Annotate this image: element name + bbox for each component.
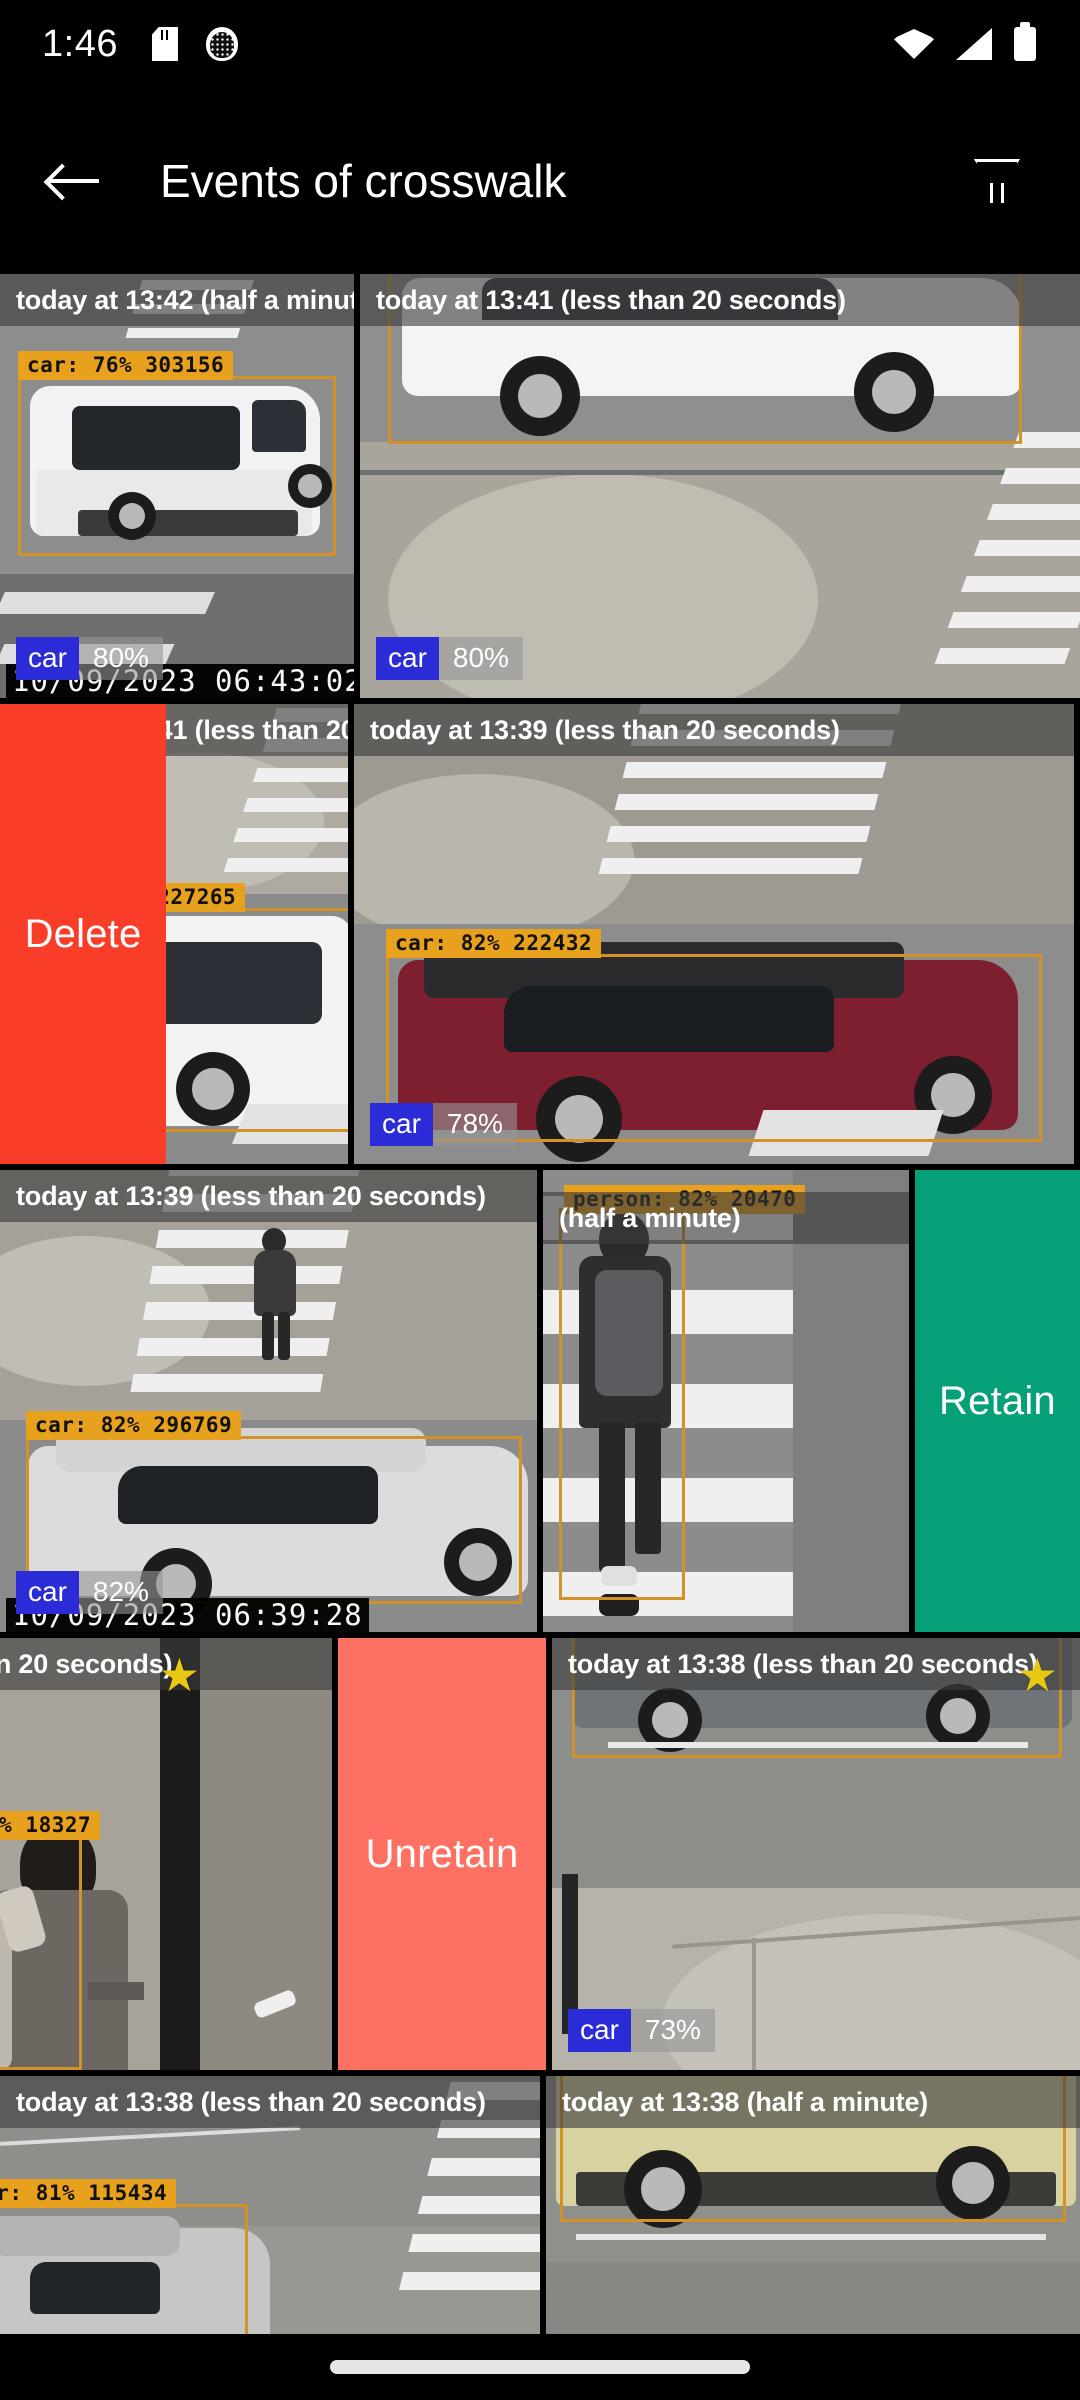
starred-icon: ★ [1016, 1649, 1058, 1701]
status-bar-system-icons [894, 22, 1036, 61]
event-card-cell: car: 82% 227265 today at 13:41 (less tha… [166, 704, 348, 1164]
detection-label: car: 82% 222432 [386, 929, 602, 958]
arrow-left-icon [49, 161, 99, 201]
status-bar: 1:46 [0, 0, 1080, 88]
detection-badge: car 73% [568, 2009, 715, 2052]
retain-action-label: Retain [939, 1378, 1056, 1423]
event-card[interactable]: car: 82% 296769 today at 13:39 (less tha… [0, 1170, 537, 1632]
detection-badge: car 82% [16, 1571, 163, 1614]
event-card[interactable]: today at 13:38 (half a minute) [546, 2076, 1080, 2334]
delete-action-button[interactable]: Delete [0, 704, 166, 1164]
event-card[interactable]: today at 13:41 (less than 20 seconds) ca… [360, 274, 1080, 698]
event-timestamp-label: today at 13:41 (less than 20 seconds) [360, 274, 1080, 327]
event-thumbnail [552, 1638, 1080, 2070]
event-card-cell: car: 81% 115434 today at 13:38 (less tha… [0, 2076, 540, 2334]
events-row: Delete 27265 1 (less than 2 car: 82% 222… [0, 704, 1080, 1164]
badge-confidence: 78% [432, 1103, 517, 1146]
event-card-cell: car: 82% 222432 today at 13:39 (less tha… [354, 704, 1074, 1164]
event-card[interactable]: car: 82% 222432 today at 13:39 (less tha… [354, 704, 1074, 1164]
back-button[interactable] [26, 133, 122, 229]
event-thumbnail: car: 82% 296769 [0, 1170, 537, 1632]
detection-badge: car 78% [370, 1103, 517, 1146]
unretain-action-label: Unretain [365, 1831, 519, 1876]
delete-action-label: Delete [24, 911, 142, 956]
event-timestamp-label: today at 13:41 (less than 20 seco [166, 704, 348, 757]
event-thumbnail [360, 274, 1080, 698]
event-timestamp-label: today at 13:38 (less than 20 seconds) [0, 2076, 540, 2129]
detection-label: car: 76% 303156 [18, 351, 234, 380]
event-card-cell: car: 82% 296769 today at 13:39 (less tha… [0, 1170, 537, 1632]
event-card-cell: today at 13:38 (less than 20 seconds) ★ … [552, 1638, 1080, 2070]
badge-class: car [370, 1103, 433, 1146]
detection-label: rson: 75% 18327 [0, 1811, 101, 1840]
phone-screen: 1:46 Events of crosswalk car: 76% 303156… [0, 0, 1080, 2400]
page-title: Events of crosswalk [160, 155, 567, 207]
detection-box: car: 76% 303156 [18, 351, 336, 556]
detection-badge: car 80% [376, 637, 523, 680]
event-card[interactable]: car: 76% 303156 today at 13:42 (half a m… [0, 274, 354, 698]
events-grid[interactable]: car: 76% 303156 today at 13:42 (half a m… [0, 274, 1080, 2334]
events-row: rson: 75% 18327 ss than 20 seconds) ★ Un… [0, 1638, 1080, 2070]
event-card[interactable]: car: 82% 227265 today at 13:41 (less tha… [166, 704, 348, 1164]
wifi-icon [894, 29, 934, 59]
status-bar-clock: 1:46 [42, 22, 118, 65]
detection-label: car: 82% 227265 [166, 883, 246, 912]
events-row: car: 81% 115434 today at 13:38 (less tha… [0, 2076, 1080, 2334]
event-timestamp-label: today at 13:38 (half a minute) [546, 2076, 1080, 2129]
badge-class: car [16, 1571, 79, 1614]
event-thumbnail: car: 82% 222432 [354, 704, 1074, 1164]
detection-box: rson: 75% 18327 [0, 1811, 101, 2070]
filter-funnel-icon [974, 159, 1014, 203]
status-bar-notification-icons [151, 27, 238, 61]
event-card-cell: today at 13:38 (half a minute) [546, 2076, 1080, 2334]
detection-box: car: 81% 115434 [0, 2179, 248, 2334]
cellular-signal-icon [956, 28, 992, 60]
system-navigation-bar [0, 2334, 1080, 2400]
retain-action-button[interactable]: Retain [914, 1170, 1080, 1632]
event-card-cell: rson: 75% 18327 ss than 20 seconds) ★ [0, 1638, 332, 2070]
cat-icon [205, 27, 238, 61]
unretain-action-button[interactable]: Unretain [338, 1638, 546, 2070]
event-timestamp-label: today at 13:42 (half a minute) [0, 274, 354, 327]
badge-confidence: 80% [438, 637, 523, 680]
badge-confidence: 82% [78, 1571, 163, 1614]
badge-confidence: 80% [78, 637, 163, 680]
battery-icon [1014, 22, 1036, 61]
event-card-cell: car: 76% 303156 today at 13:42 (half a m… [0, 274, 354, 698]
event-thumbnail: rson: 75% 18327 [0, 1638, 332, 2070]
events-row: car: 76% 303156 today at 13:42 (half a m… [0, 274, 1080, 698]
detection-box: car: 82% 227265 [166, 883, 348, 1132]
event-timestamp-label: today at 13:39 (less than 20 seconds) [354, 704, 1074, 757]
detection-badge: car 80% [16, 637, 163, 680]
events-row: car: 82% 296769 today at 13:39 (less tha… [0, 1170, 1080, 1632]
sd-card-icon [151, 27, 178, 61]
home-indicator[interactable] [330, 2360, 750, 2374]
event-thumbnail: car: 82% 227265 [166, 704, 348, 1164]
badge-class: car [568, 2009, 631, 2052]
badge-class: car [376, 637, 439, 680]
event-card[interactable]: car: 81% 115434 today at 13:38 (less tha… [0, 2076, 540, 2334]
event-timestamp-label: today at 13:39 (less than 20 seconds) [0, 1170, 537, 1223]
badge-class: car [16, 637, 79, 680]
event-timestamp-label: today at 13:38 (less than 20 seconds) [552, 1638, 1080, 1691]
event-card[interactable]: person: 82% 20470 (half a minute) [542, 1170, 909, 1632]
starred-icon: ★ [158, 1649, 200, 1701]
detection-label: car: 82% 296769 [26, 1411, 242, 1440]
app-bar: Events of crosswalk [0, 88, 1080, 274]
event-card-cell: person: 82% 20470 (half a minute) [542, 1170, 909, 1632]
event-card[interactable]: rson: 75% 18327 ss than 20 seconds) ★ [0, 1638, 332, 2070]
event-card[interactable]: today at 13:38 (less than 20 seconds) ★ … [552, 1638, 1080, 2070]
event-card-cell: today at 13:41 (less than 20 seconds) ca… [360, 274, 1080, 698]
event-thumbnail: car: 76% 303156 [0, 274, 354, 698]
event-timestamp-label: (half a minute) [542, 1192, 909, 1245]
detection-label: car: 81% 115434 [0, 2179, 177, 2208]
detection-box: person: 82% 20470 [558, 1185, 806, 1600]
badge-confidence: 73% [630, 2009, 715, 2052]
filter-button[interactable] [954, 141, 1034, 221]
